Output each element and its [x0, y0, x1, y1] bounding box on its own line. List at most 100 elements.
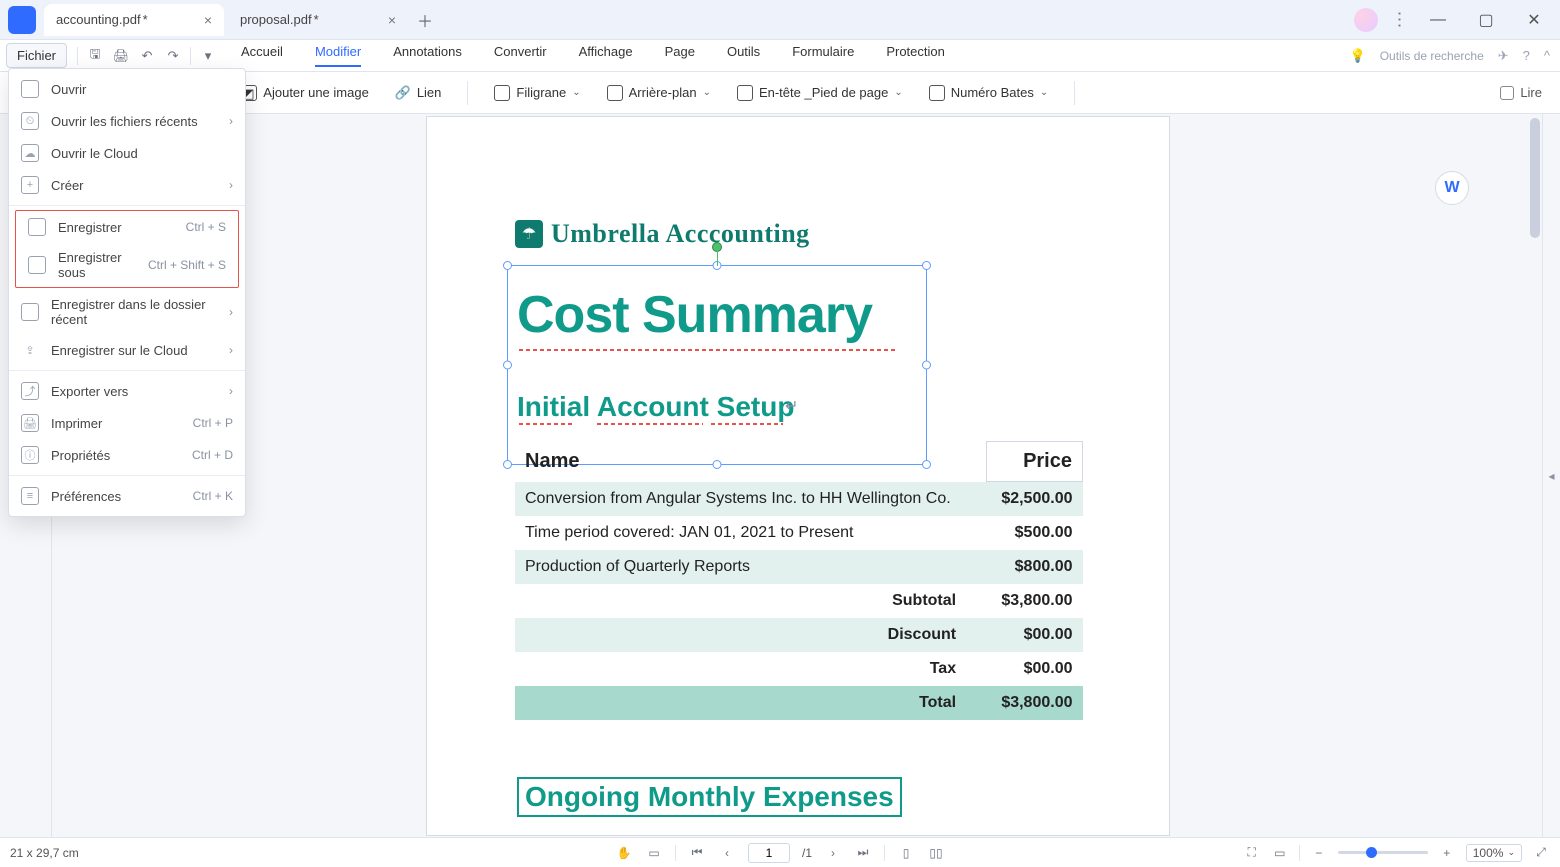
print-icon[interactable]: 🖨 — [108, 43, 134, 69]
watermark-button[interactable]: Filigrane⌄ — [494, 85, 580, 101]
tab-label: proposal.pdf — [240, 12, 312, 27]
file-save-recent-folder[interactable]: Enregistrer dans le dossier récent› — [9, 290, 245, 334]
open-icon — [21, 80, 39, 98]
file-print[interactable]: 🖨ImprimerCtrl + P — [9, 407, 245, 439]
right-panel-rail[interactable]: ◂ — [1542, 114, 1560, 837]
maximize-button[interactable]: ▢ — [1468, 5, 1504, 35]
history-icon: ⏲ — [21, 112, 39, 130]
select-tool-icon[interactable]: ▭ — [645, 844, 663, 862]
file-menu-dropdown: Ouvrir ⏲Ouvrir les fichiers récents› ☁Ou… — [8, 68, 246, 517]
undo-icon[interactable]: ↶ — [134, 43, 160, 69]
separator — [9, 475, 245, 476]
chevron-right-icon: › — [229, 114, 233, 128]
document-page[interactable]: W ☂ Umbrella Acccounting Cost Summary In… — [426, 116, 1170, 836]
collapse-ribbon-icon[interactable]: ^ — [1544, 48, 1550, 63]
menu-annotations[interactable]: Annotations — [393, 44, 462, 67]
hand-tool-icon[interactable]: ✋ — [615, 844, 633, 862]
separator — [9, 205, 245, 206]
resize-handle[interactable] — [922, 261, 931, 270]
resize-handle[interactable] — [713, 261, 722, 270]
kebab-icon[interactable]: ⋯ — [1389, 11, 1410, 29]
section-heading[interactable]: Initial Account Setup — [517, 391, 794, 423]
dirty-indicator: * — [314, 12, 319, 27]
add-tab-button[interactable]: ＋ — [412, 7, 438, 33]
first-page-icon[interactable]: ⏮ — [688, 844, 706, 862]
file-button[interactable]: Fichier — [6, 43, 67, 68]
search-tools[interactable]: 💡 Outils de recherche ✈ ? ^ — [1350, 48, 1560, 64]
send-icon[interactable]: ✈ — [1498, 48, 1509, 64]
folder-icon — [21, 303, 39, 321]
menu-affichage[interactable]: Affichage — [579, 44, 633, 67]
close-window-button[interactable]: ✕ — [1516, 5, 1552, 35]
file-save-as[interactable]: Enregistrer sousCtrl + Shift + S — [16, 243, 238, 287]
next-page-icon[interactable]: › — [824, 844, 842, 862]
spellcheck-underline — [519, 349, 649, 351]
file-open-recent[interactable]: ⏲Ouvrir les fichiers récents› — [9, 105, 245, 137]
menu-formulaire[interactable]: Formulaire — [792, 44, 854, 67]
file-open-cloud[interactable]: ☁Ouvrir le Cloud — [9, 137, 245, 169]
help-icon[interactable]: ? — [1523, 48, 1530, 63]
lightbulb-icon: 💡 — [1350, 48, 1366, 64]
table-row: Discount$00.00 — [515, 618, 1083, 652]
spellcheck-underline — [597, 423, 703, 425]
resize-handle[interactable] — [503, 460, 512, 469]
bates-button[interactable]: Numéro Bates⌄ — [929, 85, 1048, 101]
page-total: /1 — [802, 846, 812, 860]
zoom-level[interactable]: 100%⌄ — [1466, 844, 1522, 862]
two-page-icon[interactable]: ▯▯ — [927, 844, 945, 862]
save-icon[interactable]: 🖫 — [82, 43, 108, 69]
zoom-thumb[interactable] — [1366, 847, 1377, 858]
reading-mode-toggle[interactable]: Lire — [1500, 85, 1542, 100]
file-open[interactable]: Ouvrir — [9, 73, 245, 105]
fit-width-icon[interactable]: ⛶ — [1243, 844, 1261, 862]
tab-proposal[interactable]: proposal.pdf * × — [228, 4, 408, 36]
close-icon[interactable]: × — [204, 12, 212, 28]
link-icon: 🔗 — [395, 85, 411, 101]
file-properties[interactable]: ⓘPropriétésCtrl + D — [9, 439, 245, 471]
add-image-button[interactable]: ◩Ajouter une image — [241, 85, 369, 101]
last-page-icon[interactable]: ⏭ — [854, 844, 872, 862]
link-button[interactable]: 🔗Lien — [395, 85, 442, 101]
redo-icon[interactable]: ↷ — [160, 43, 186, 69]
fit-page-icon[interactable]: ▭ — [1271, 844, 1289, 862]
menu-accueil[interactable]: Accueil — [241, 44, 283, 67]
chevron-right-icon: › — [229, 305, 233, 319]
file-export[interactable]: ⤴Exporter vers› — [9, 375, 245, 407]
quick-customize-icon[interactable]: ▾ — [195, 43, 221, 69]
separator — [467, 81, 468, 105]
menu-protection[interactable]: Protection — [886, 44, 945, 67]
menu-outils[interactable]: Outils — [727, 44, 760, 67]
canvas[interactable]: W ☂ Umbrella Acccounting Cost Summary In… — [52, 114, 1542, 837]
file-create[interactable]: +Créer› — [9, 169, 245, 201]
resize-handle[interactable] — [503, 261, 512, 270]
resize-handle[interactable] — [922, 361, 931, 370]
prev-page-icon[interactable]: ‹ — [718, 844, 736, 862]
single-page-icon[interactable]: ▯ — [897, 844, 915, 862]
tab-accounting[interactable]: accounting.pdf * × — [44, 4, 224, 36]
page-number-input[interactable] — [748, 843, 790, 863]
header-footer-button[interactable]: En-tête _Pied de page⌄ — [737, 85, 903, 101]
menu-modifier[interactable]: Modifier — [315, 44, 361, 67]
minimize-button[interactable]: — — [1420, 5, 1456, 35]
word-export-float-button[interactable]: W — [1435, 171, 1469, 205]
background-button[interactable]: Arrière-plan⌄ — [607, 85, 711, 101]
file-save-cloud[interactable]: ⇪Enregistrer sur le Cloud› — [9, 334, 245, 366]
table-row: Production of Quarterly Reports$800.00 — [515, 550, 1083, 584]
page-navigator: ✋ ▭ ⏮ ‹ /1 › ⏭ ▯ ▯▯ — [615, 843, 945, 863]
brand-logo: ☂ Umbrella Acccounting — [515, 219, 810, 249]
page-title[interactable]: Cost Summary — [517, 285, 872, 345]
fullscreen-icon[interactable]: ⤢ — [1532, 844, 1550, 862]
avatar[interactable] — [1354, 8, 1378, 32]
section-heading-next[interactable]: Ongoing Monthly Expenses — [517, 777, 902, 817]
tab-label: accounting.pdf — [56, 12, 141, 27]
menu-page[interactable]: Page — [665, 44, 695, 67]
zoom-out-icon[interactable]: − — [1310, 844, 1328, 862]
file-save[interactable]: EnregistrerCtrl + S — [16, 211, 238, 243]
scrollbar[interactable] — [1530, 118, 1540, 238]
file-preferences[interactable]: ≡PréférencesCtrl + K — [9, 480, 245, 512]
menu-convertir[interactable]: Convertir — [494, 44, 547, 67]
zoom-in-icon[interactable]: + — [1438, 844, 1456, 862]
resize-handle[interactable] — [503, 361, 512, 370]
zoom-slider[interactable] — [1338, 851, 1428, 854]
close-icon[interactable]: × — [388, 12, 396, 28]
